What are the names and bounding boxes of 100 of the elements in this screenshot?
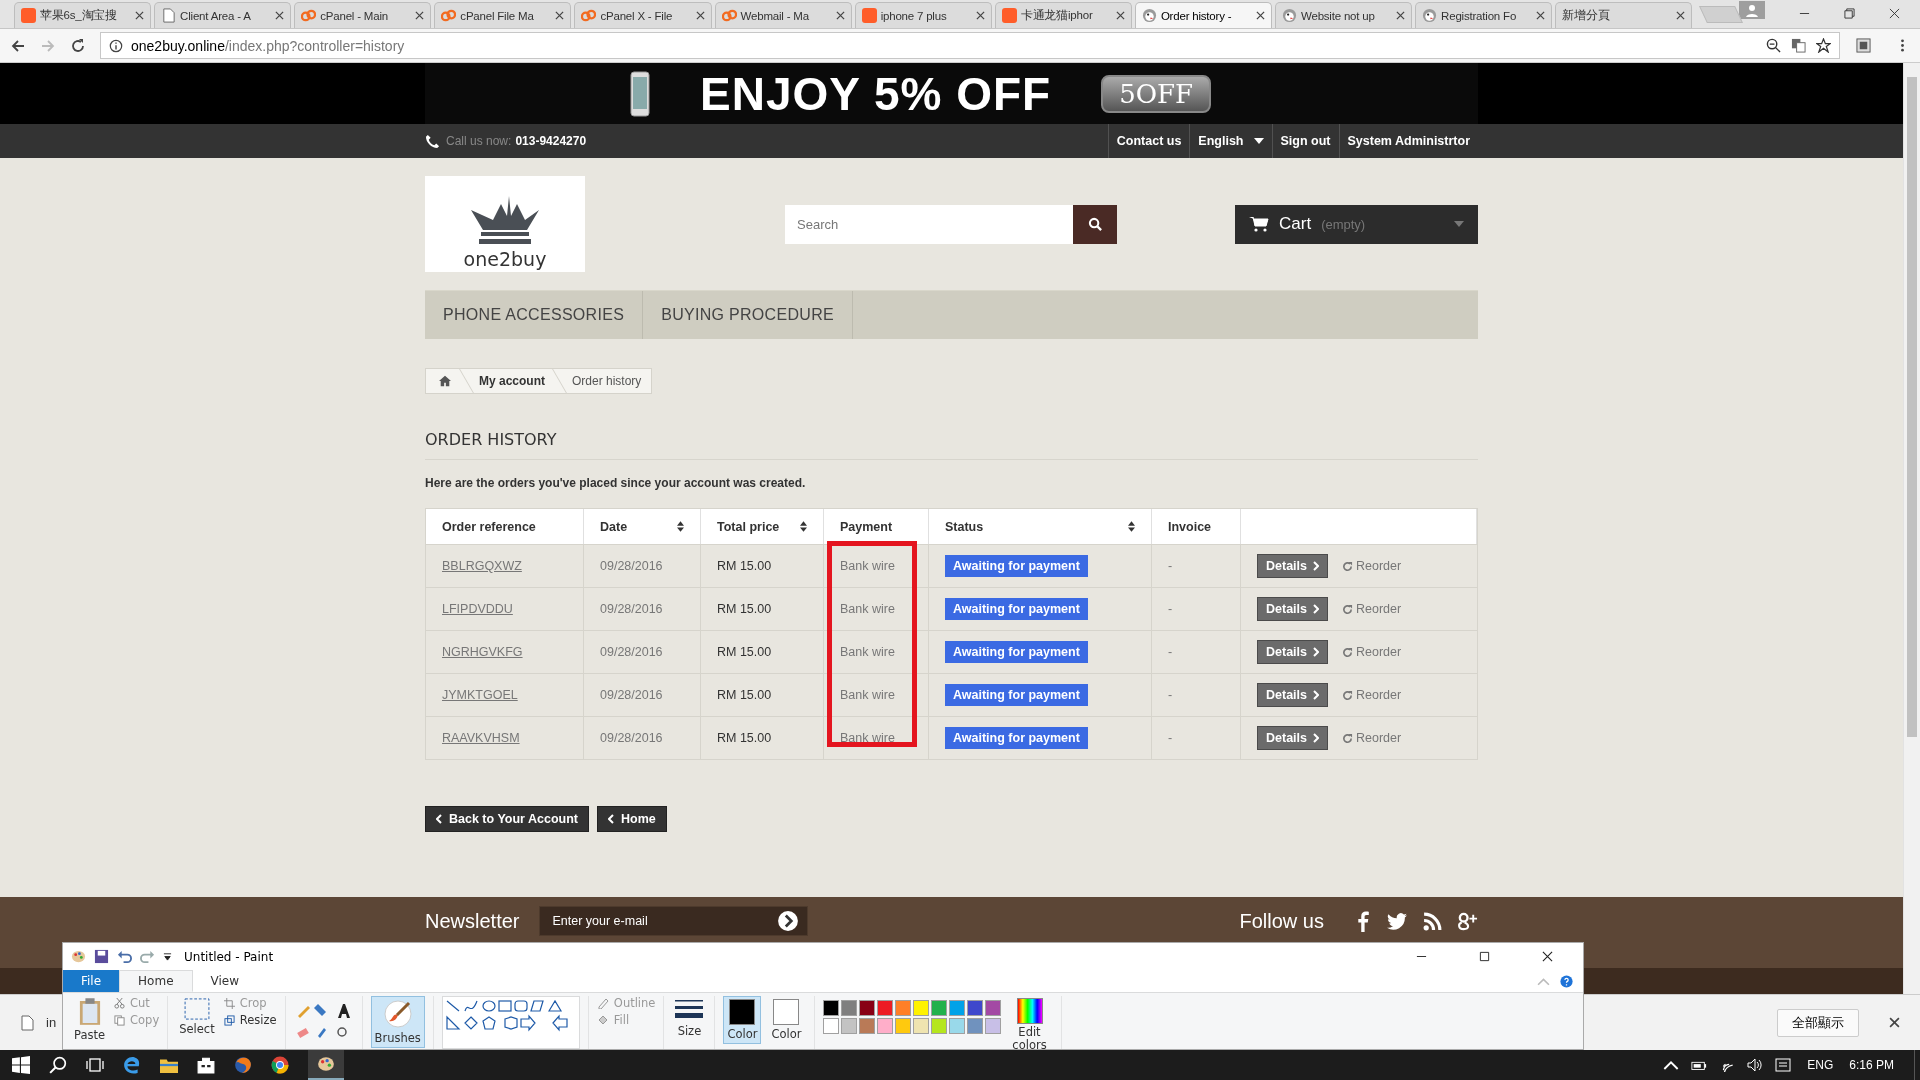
task-view-icon[interactable] bbox=[86, 1056, 104, 1074]
back-button[interactable]: Home bbox=[596, 806, 667, 832]
undo-icon[interactable] bbox=[117, 949, 132, 964]
browser-tab[interactable]: 卡通龙猫iphor bbox=[994, 2, 1132, 28]
user-icon[interactable] bbox=[1739, 0, 1766, 19]
palette-swatch[interactable] bbox=[894, 1018, 911, 1034]
back-button[interactable]: Back to Your Account bbox=[425, 806, 589, 832]
palette-swatch[interactable] bbox=[966, 1018, 983, 1034]
promo-banner[interactable]: ENJOY 5% OFF 5OFF bbox=[425, 63, 1478, 124]
save-icon[interactable] bbox=[94, 949, 109, 964]
star-icon[interactable] bbox=[1816, 38, 1831, 53]
browser-tab[interactable]: cPanel File Ma bbox=[434, 2, 572, 28]
start-icon[interactable] bbox=[12, 1056, 30, 1074]
volume-icon[interactable] bbox=[1747, 1058, 1764, 1072]
scrollbar[interactable] bbox=[1903, 63, 1920, 994]
close-icon[interactable] bbox=[275, 11, 285, 20]
details-button[interactable]: Details bbox=[1257, 554, 1328, 578]
close-icon[interactable] bbox=[555, 11, 565, 20]
ribbon-tab[interactable]: View bbox=[192, 970, 257, 992]
browser-tab[interactable]: 苹果6s_淘宝搜 bbox=[14, 2, 152, 28]
palette-swatch[interactable] bbox=[984, 1018, 1001, 1034]
close-icon[interactable] bbox=[1889, 1017, 1900, 1028]
browser-tab[interactable]: Website not up bbox=[1275, 2, 1413, 28]
palette-swatch[interactable] bbox=[840, 1018, 857, 1034]
home-icon[interactable] bbox=[438, 375, 452, 387]
search-field[interactable]: Search bbox=[785, 204, 1073, 244]
zoom-out-icon[interactable] bbox=[1766, 38, 1781, 53]
palette-swatch[interactable] bbox=[948, 1018, 965, 1034]
fox-globe-icon[interactable] bbox=[234, 1056, 252, 1074]
reorder-link[interactable]: Reorder bbox=[1342, 602, 1402, 616]
palette-swatch[interactable] bbox=[930, 1000, 947, 1016]
breadcrumb-link[interactable]: My account bbox=[479, 374, 545, 388]
details-button[interactable]: Details bbox=[1257, 597, 1328, 621]
close-icon[interactable] bbox=[1115, 11, 1125, 20]
palette-swatch[interactable] bbox=[912, 1000, 929, 1016]
reorder-link[interactable]: Reorder bbox=[1342, 731, 1402, 745]
search-icon[interactable] bbox=[49, 1056, 67, 1074]
browser-tab[interactable]: cPanel X - File bbox=[574, 2, 712, 28]
browser-tab[interactable]: Registration Fo bbox=[1415, 2, 1553, 28]
close-icon[interactable] bbox=[1676, 11, 1686, 20]
order-reference-link[interactable]: JYMKTGOEL bbox=[442, 688, 518, 702]
menu-item[interactable]: BUYING PROCEDURE bbox=[643, 291, 853, 339]
close-icon[interactable] bbox=[1536, 11, 1546, 20]
maximize-icon[interactable] bbox=[1479, 951, 1490, 962]
brushes-button[interactable]: Brushes bbox=[370, 996, 425, 1048]
palette-swatch[interactable] bbox=[876, 1000, 893, 1016]
browser-e-icon[interactable] bbox=[123, 1056, 141, 1074]
browser-tab[interactable]: Webmail - Ma bbox=[714, 2, 852, 28]
round-browser-icon[interactable] bbox=[271, 1056, 289, 1074]
notifications-icon[interactable] bbox=[1775, 1058, 1792, 1072]
palette-swatch[interactable] bbox=[858, 1000, 875, 1016]
ribbon-tab[interactable]: Home bbox=[119, 970, 193, 992]
dropdown-icon[interactable] bbox=[163, 952, 172, 961]
palette-swatch[interactable] bbox=[966, 1000, 983, 1016]
color-selector[interactable]: Color bbox=[767, 996, 806, 1044]
size-button[interactable]: Size bbox=[672, 996, 707, 1040]
address-bar[interactable]: one2buy.online/index.php?controller=history bbox=[100, 32, 1840, 59]
sort-icon[interactable] bbox=[1128, 521, 1135, 532]
browser-tab[interactable]: Client Area - A bbox=[154, 2, 292, 28]
newsletter-email-field[interactable]: Enter your e-mail bbox=[539, 906, 809, 936]
column-header[interactable]: Total price bbox=[701, 509, 824, 544]
order-reference-link[interactable]: LFIPDVDDU bbox=[442, 602, 513, 616]
order-reference-link[interactable]: BBLRGQXWZ bbox=[442, 559, 522, 573]
color-selector[interactable]: Color bbox=[723, 996, 762, 1044]
search-button[interactable] bbox=[1073, 204, 1117, 244]
paste-button[interactable]: Paste bbox=[71, 996, 109, 1044]
reload-icon[interactable] bbox=[70, 37, 86, 54]
help-icon[interactable] bbox=[1560, 974, 1573, 988]
palette-swatch[interactable] bbox=[930, 1018, 947, 1034]
sort-icon[interactable] bbox=[800, 521, 807, 532]
store-bag-icon[interactable] bbox=[197, 1056, 215, 1074]
close-icon[interactable] bbox=[1256, 11, 1265, 20]
ribbon-tab[interactable]: File bbox=[63, 970, 120, 992]
clock[interactable]: 6:16 PM bbox=[1849, 1058, 1894, 1072]
resize-button[interactable]: Resize bbox=[223, 1013, 277, 1027]
palette-swatch[interactable] bbox=[984, 1000, 1001, 1016]
input-language[interactable]: ENG bbox=[1807, 1058, 1834, 1072]
edit-colors-button[interactable]: Edit colors bbox=[1006, 996, 1053, 1049]
browser-tab[interactable]: iphone 7 plus bbox=[854, 2, 992, 28]
close-icon[interactable] bbox=[135, 11, 145, 20]
reorder-link[interactable]: Reorder bbox=[1342, 645, 1402, 659]
palette-swatch[interactable] bbox=[948, 1000, 965, 1016]
menu-item[interactable]: PHONE ACCESSORIES bbox=[425, 291, 644, 339]
paint-taskbar-button[interactable] bbox=[308, 1050, 344, 1080]
close-icon[interactable] bbox=[415, 11, 425, 20]
palette-swatch[interactable] bbox=[912, 1018, 929, 1034]
column-header[interactable]: Status bbox=[929, 509, 1152, 544]
rss-icon[interactable] bbox=[1422, 910, 1443, 932]
extension-icon[interactable] bbox=[1856, 38, 1871, 53]
palette-swatch[interactable] bbox=[822, 1018, 839, 1034]
sort-icon[interactable] bbox=[677, 521, 684, 532]
palette-swatch[interactable] bbox=[840, 1000, 857, 1016]
details-button[interactable]: Details bbox=[1257, 640, 1328, 664]
palette-swatch[interactable] bbox=[894, 1000, 911, 1016]
browser-tab[interactable]: 新增分頁 bbox=[1555, 2, 1693, 28]
bird-icon[interactable] bbox=[1387, 910, 1408, 932]
close-icon[interactable] bbox=[1542, 951, 1553, 962]
reorder-link[interactable]: Reorder bbox=[1342, 559, 1402, 573]
cart-button[interactable]: Cart (empty) bbox=[1235, 204, 1478, 244]
close-icon[interactable] bbox=[695, 11, 705, 20]
